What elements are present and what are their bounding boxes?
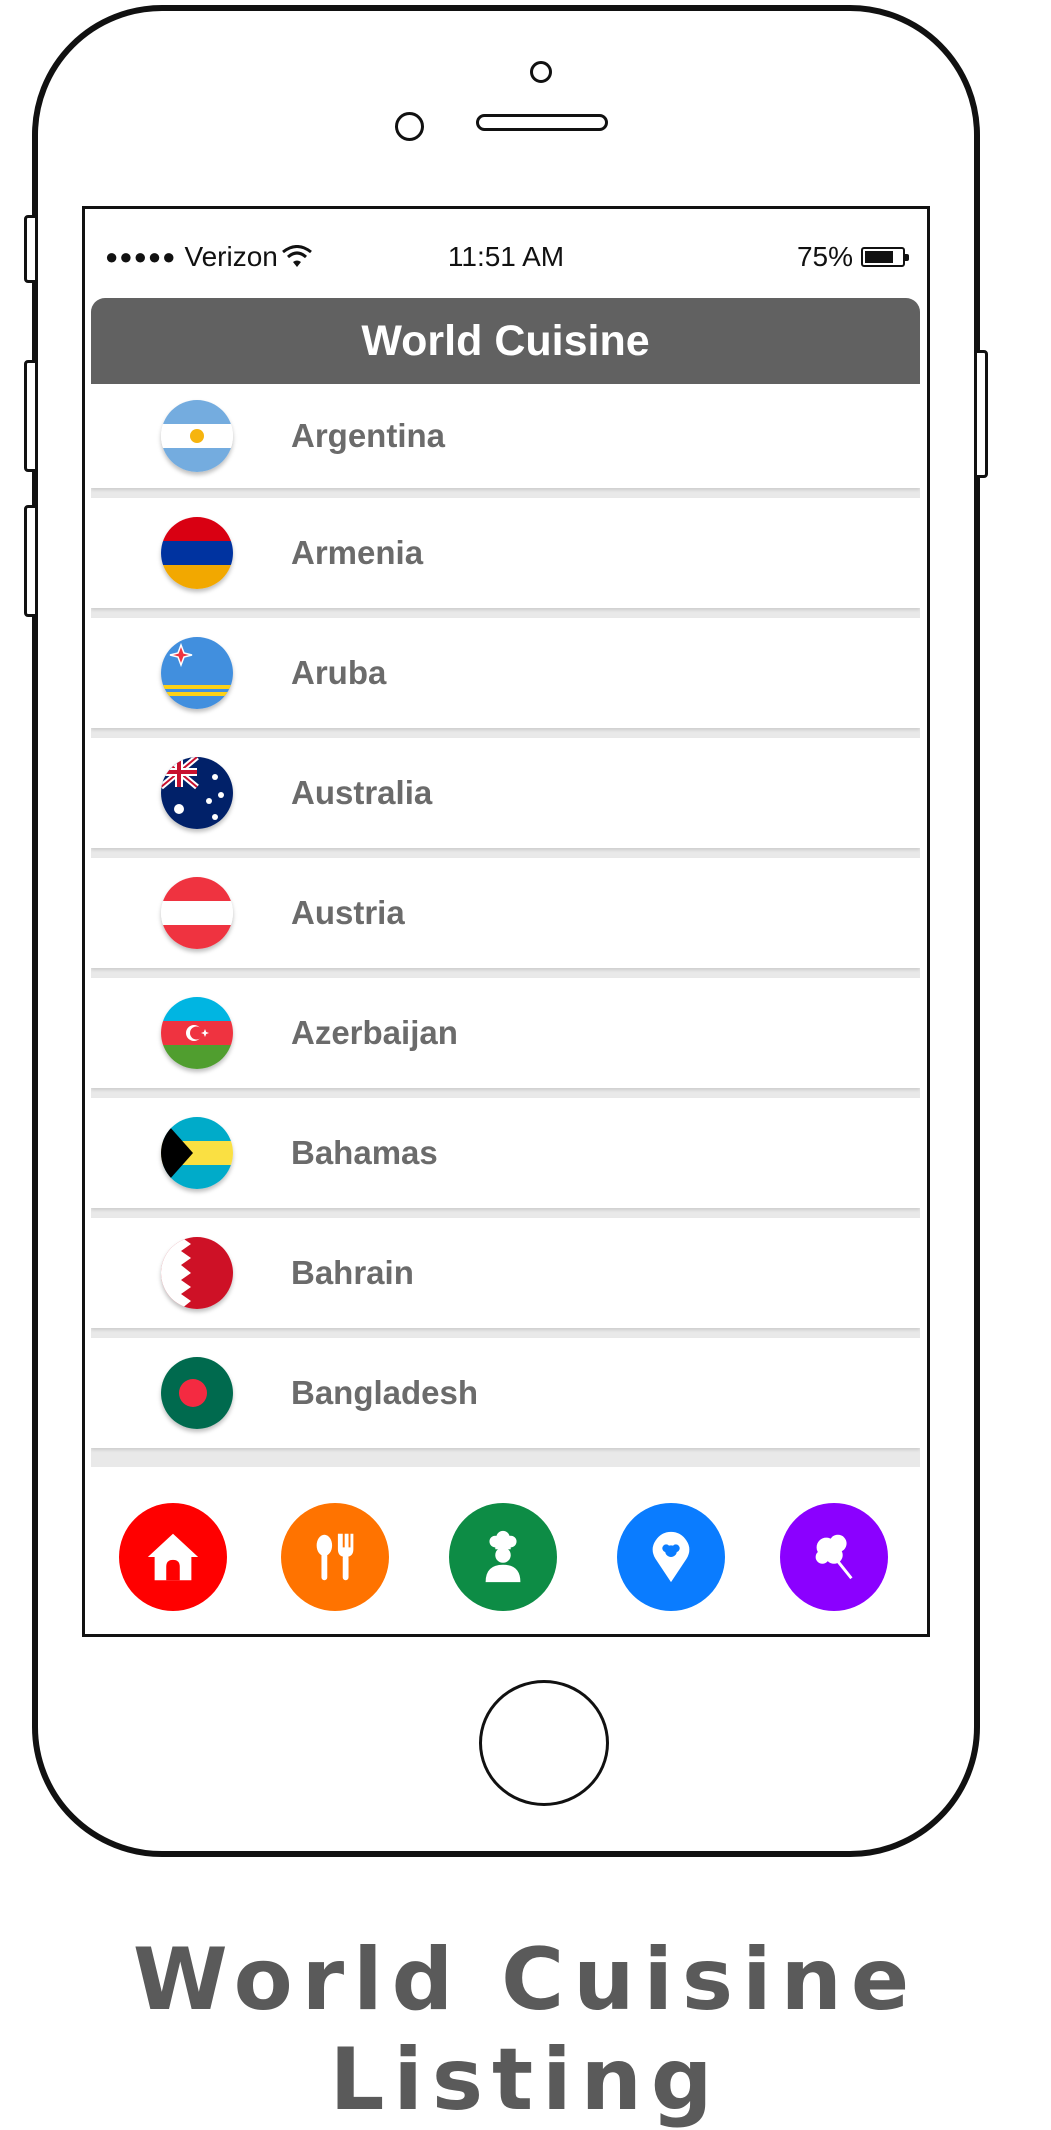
bangladesh-flag-icon — [161, 1357, 233, 1429]
home-button[interactable] — [479, 1680, 609, 1806]
tab-desserts[interactable] — [780, 1503, 888, 1611]
utensils-icon — [316, 1533, 354, 1581]
battery-percent: 75% — [796, 241, 853, 272]
earpiece-speaker — [476, 114, 608, 131]
volume-down-button — [24, 505, 38, 617]
tab-chefs[interactable] — [449, 1503, 557, 1611]
list-item-argentina[interactable]: Argentina — [91, 384, 920, 488]
chef-icon — [485, 1530, 521, 1583]
list-item-australia[interactable]: Australia — [91, 738, 920, 848]
power-button — [974, 350, 988, 478]
austria-flag-icon — [161, 877, 233, 949]
tab-bar — [91, 1467, 920, 1634]
front-camera — [395, 112, 424, 141]
caption-title: World Cuisine Listing — [132, 1930, 919, 2130]
tab-locations[interactable] — [617, 1503, 725, 1611]
screen: ●●●●● Verizon 11:51 AM 75% World Cuisine… — [82, 206, 930, 1637]
list-item-bahrain[interactable]: Bahrain — [91, 1218, 920, 1328]
country-name: Azerbaijan — [291, 1014, 458, 1051]
argentina-flag-icon — [161, 400, 233, 472]
mute-switch — [24, 215, 38, 283]
bahamas-flag-icon — [161, 1117, 233, 1189]
battery-icon — [861, 247, 909, 267]
ice-cream-icon — [815, 1534, 853, 1580]
azerbaijan-flag-icon — [161, 997, 233, 1069]
country-name: Austria — [291, 894, 405, 931]
country-name: Bangladesh — [291, 1374, 479, 1411]
location-pin-icon — [652, 1531, 690, 1583]
bahrain-flag-icon — [161, 1237, 233, 1309]
list-item-armenia[interactable]: Armenia — [91, 498, 920, 608]
front-sensor — [530, 61, 552, 83]
nav-bar: World Cuisine — [91, 298, 920, 384]
country-list[interactable]: Argentina Armenia Aruba Australia Austri… — [91, 384, 920, 1467]
status-bar: ●●●●● Verizon 11:51 AM 75% — [85, 209, 927, 295]
country-name: Argentina — [291, 417, 446, 454]
country-name: Australia — [291, 774, 433, 811]
australia-flag-icon — [161, 757, 233, 829]
list-item-aruba[interactable]: Aruba — [91, 618, 920, 728]
tab-home[interactable] — [119, 1503, 227, 1611]
list-item-austria[interactable]: Austria — [91, 858, 920, 968]
tab-restaurants[interactable] — [281, 1503, 389, 1611]
country-name: Bahrain — [291, 1254, 414, 1291]
list-item-bahamas[interactable]: Bahamas — [91, 1098, 920, 1208]
volume-up-button — [24, 360, 38, 472]
country-name: Armenia — [291, 534, 424, 571]
home-icon — [147, 1533, 199, 1581]
list-item-bangladesh[interactable]: Bangladesh — [91, 1338, 920, 1448]
page-title: World Cuisine — [361, 316, 650, 365]
country-name: Aruba — [291, 654, 387, 691]
country-name: Bahamas — [291, 1134, 438, 1171]
aruba-flag-icon — [161, 637, 233, 709]
armenia-flag-icon — [161, 517, 233, 589]
list-item-azerbaijan[interactable]: Azerbaijan — [91, 978, 920, 1088]
